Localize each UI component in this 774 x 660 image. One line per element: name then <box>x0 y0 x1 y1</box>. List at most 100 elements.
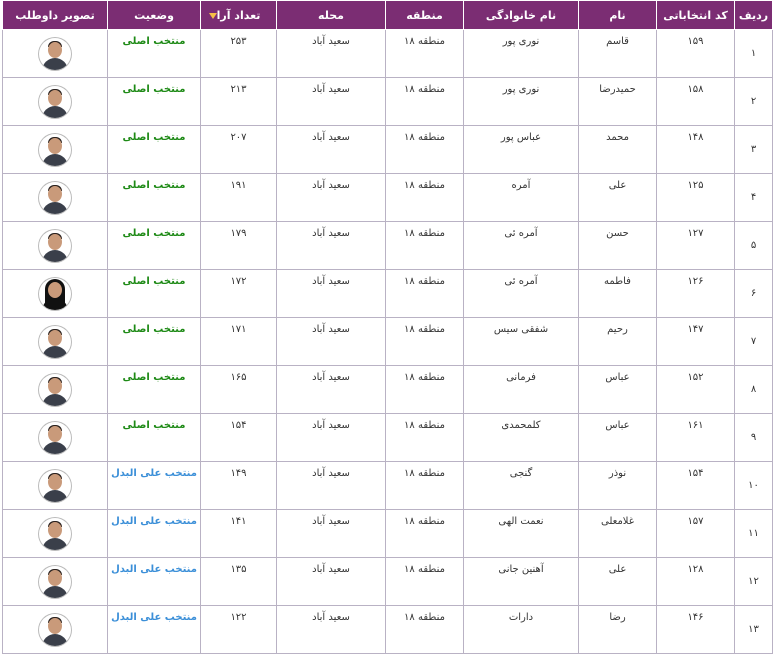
table-row[interactable]: ۱۰ ۱۵۴ نوذر گنجی منطقه ۱۸ سعید آباد ۱۴۹ منتخب ع… <box>2 461 773 510</box>
row-number-cell: ۶ <box>734 269 773 318</box>
code-cell: ۱۴۷ <box>656 317 735 366</box>
first-name-text: عباس <box>605 420 630 431</box>
row-number-cell: ۲ <box>734 77 773 126</box>
votes-text: ۱۳۵ <box>230 564 247 575</box>
table-row[interactable]: ۳ ۱۴۸ محمد عباس پور منطقه ۱۸ سعید آباد ۲۰۷ منتخ… <box>2 125 773 174</box>
candidate-photo[interactable] <box>39 566 71 598</box>
avatar-body <box>42 537 68 550</box>
row-number-text: ۴ <box>750 192 757 203</box>
area-cell: سعید آباد <box>276 125 386 174</box>
avatar-body <box>42 201 68 214</box>
region-cell: منطقه ۱۸ <box>385 125 464 174</box>
region-text: منطقه ۱۸ <box>404 372 445 383</box>
row-number-text: ۱۲ <box>748 576 759 587</box>
status-text: منتخب علی البدل <box>111 564 197 575</box>
table-row[interactable]: ۵ ۱۲۷ حسن آمره ئی منطقه ۱۸ سعید آباد ۱۷۹ منتخب … <box>2 221 773 270</box>
area-cell: سعید آباد <box>276 29 386 78</box>
candidate-photo[interactable] <box>39 422 71 454</box>
row-number-text: ۱۰ <box>748 480 759 491</box>
candidate-photo[interactable] <box>39 182 71 214</box>
candidate-photo[interactable] <box>39 38 71 70</box>
last-name-cell: آمره ئی <box>463 221 579 270</box>
status-cell: منتخب علی البدل <box>107 605 201 654</box>
results-table-container: ردیف کد انتخاباتی نام نام خانوادگی منطقه… <box>2 0 773 654</box>
header-votes[interactable]: تعداد آرا <box>200 0 277 30</box>
votes-text: ۱۶۵ <box>230 372 247 383</box>
table-row[interactable]: ۲ ۱۵۸ حمیدرضا نوری پور منطقه ۱۸ سعید آباد ۲۱۳ م… <box>2 77 773 126</box>
status-text: منتخب اصلی <box>122 228 186 239</box>
area-cell: سعید آباد <box>276 461 386 510</box>
photo-cell <box>2 77 108 126</box>
candidate-photo[interactable] <box>39 86 71 118</box>
candidate-photo[interactable] <box>39 326 71 358</box>
code-text: ۱۵۷ <box>687 516 704 527</box>
status-text: منتخب اصلی <box>122 132 186 143</box>
avatar-body <box>42 249 68 262</box>
avatar-body <box>42 393 68 406</box>
table-row[interactable]: ۱۲ ۱۲۸ علی آهنین جانی منطقه ۱۸ سعید آباد ۱۳۵ من… <box>2 557 773 606</box>
last-name-cell: فرمانی <box>463 365 579 414</box>
table-row[interactable]: ۸ ۱۵۲ عباس فرمانی منطقه ۱۸ سعید آباد ۱۶۵ منتخب … <box>2 365 773 414</box>
area-text: سعید آباد <box>312 84 350 95</box>
candidate-photo[interactable] <box>39 278 71 310</box>
candidate-photo[interactable] <box>39 230 71 262</box>
last-name-cell: آهنین جانی <box>463 557 579 606</box>
first-name-text: رضا <box>609 612 626 623</box>
code-text: ۱۶۱ <box>687 420 704 431</box>
avatar-body <box>42 105 68 118</box>
first-name-text: فاطمه <box>604 276 631 287</box>
votes-cell: ۱۷۹ <box>200 221 277 270</box>
status-cell: منتخب اصلی <box>107 29 201 78</box>
row-number-cell: ۱ <box>734 29 773 78</box>
header-photo[interactable]: تصویر داوطلب <box>2 0 108 30</box>
votes-cell: ۱۵۴ <box>200 413 277 462</box>
candidate-photo[interactable] <box>39 518 71 550</box>
table-header-row: ردیف کد انتخاباتی نام نام خانوادگی منطقه… <box>2 0 773 30</box>
last-name-text: شفقی سیس <box>493 324 549 335</box>
area-cell: سعید آباد <box>276 605 386 654</box>
candidate-photo[interactable] <box>39 614 71 646</box>
header-status[interactable]: وضعیت <box>107 0 201 30</box>
candidate-photo[interactable] <box>39 374 71 406</box>
row-number-cell: ۷ <box>734 317 773 366</box>
avatar-body <box>42 633 68 646</box>
table-row[interactable]: ۴ ۱۲۵ علی آمره منطقه ۱۸ سعید آباد ۱۹۱ منتخب اصل… <box>2 173 773 222</box>
code-cell: ۱۴۸ <box>656 125 735 174</box>
header-area[interactable]: محله <box>276 0 386 30</box>
photo-cell <box>2 509 108 558</box>
table-row[interactable]: ۱۳ ۱۴۶ رضا دارات منطقه ۱۸ سعید آباد ۱۲۲ منتخب ع… <box>2 605 773 654</box>
photo-cell <box>2 605 108 654</box>
row-number-cell: ۴ <box>734 173 773 222</box>
header-code[interactable]: کد انتخاباتی <box>656 0 735 30</box>
candidate-photo[interactable] <box>39 470 71 502</box>
photo-cell <box>2 269 108 318</box>
first-name-text: حسن <box>606 228 629 239</box>
first-name-cell: رضا <box>578 605 657 654</box>
table-row[interactable]: ۷ ۱۴۷ رحیم شفقی سیس منطقه ۱۸ سعید آباد ۱۷۱ منتخ… <box>2 317 773 366</box>
code-cell: ۱۵۹ <box>656 29 735 78</box>
last-name-text: آمره ئی <box>504 276 538 287</box>
row-number-cell: ۳ <box>734 125 773 174</box>
table-row[interactable]: ۱۱ ۱۵۷ غلامعلی نعمت الهی منطقه ۱۸ سعید آباد ۱۴… <box>2 509 773 558</box>
last-name-text: فرمانی <box>506 372 536 383</box>
region-cell: منطقه ۱۸ <box>385 605 464 654</box>
code-text: ۱۵۹ <box>687 36 704 47</box>
header-row-number[interactable]: ردیف <box>734 0 773 30</box>
table-row[interactable]: ۱ ۱۵۹ قاسم نوری پور منطقه ۱۸ سعید آباد ۲۵۳ منتخ… <box>2 29 773 78</box>
area-text: سعید آباد <box>312 564 350 575</box>
table-row[interactable]: ۹ ۱۶۱ عباس کلمحمدی منطقه ۱۸ سعید آباد ۱۵۴ منتخب… <box>2 413 773 462</box>
region-cell: منطقه ۱۸ <box>385 509 464 558</box>
row-number-text: ۳ <box>750 144 757 155</box>
header-first-name[interactable]: نام <box>578 0 657 30</box>
candidate-photo[interactable] <box>39 134 71 166</box>
header-region[interactable]: منطقه <box>385 0 464 30</box>
header-last-name[interactable]: نام خانوادگی <box>463 0 579 30</box>
votes-cell: ۱۳۵ <box>200 557 277 606</box>
area-text: سعید آباد <box>312 180 350 191</box>
votes-cell: ۱۲۲ <box>200 605 277 654</box>
avatar-head <box>48 617 62 634</box>
avatar-head <box>48 329 62 346</box>
table-row[interactable]: ۶ ۱۲۶ فاطمه آمره ئی منطقه ۱۸ سعید آباد ۱۷۲ منتخ… <box>2 269 773 318</box>
region-cell: منطقه ۱۸ <box>385 173 464 222</box>
row-number-text: ۲ <box>750 96 757 107</box>
